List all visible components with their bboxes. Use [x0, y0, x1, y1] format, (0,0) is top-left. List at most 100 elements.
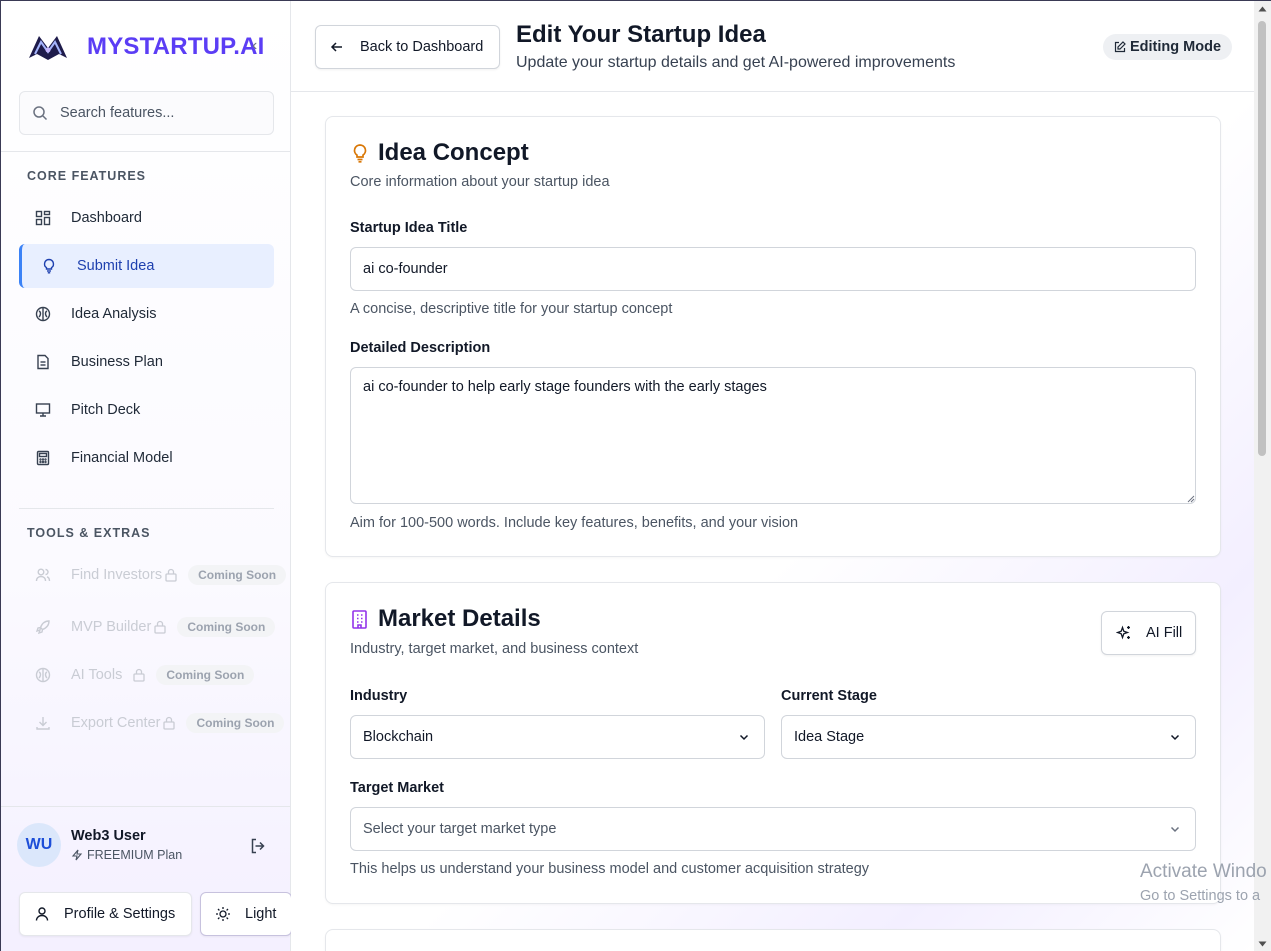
divider	[1, 806, 291, 807]
scroll-down-icon[interactable]	[1258, 941, 1267, 947]
card-title: Market Details	[350, 605, 541, 633]
lock-icon	[164, 568, 178, 582]
stage-value: Idea Stage	[794, 729, 865, 745]
description-textarea[interactable]: ai co-founder to help early stage founde…	[350, 367, 1196, 504]
sidebar-item-export-center: Export Center Coming Soon	[19, 701, 291, 745]
search-input[interactable]	[60, 105, 250, 121]
lock-icon	[132, 668, 146, 682]
card-title-text: Idea Concept	[378, 139, 529, 166]
coming-soon-badge: Coming Soon	[177, 617, 276, 637]
sidebar-item-find-investors: Find Investors Coming Soon	[19, 553, 291, 597]
sidebar-item-label: AI Tools	[71, 667, 123, 683]
user-profile[interactable]: WU Web3 User FREEMIUM Plan	[17, 823, 182, 867]
section-title-tools: TOOLS & EXTRAS	[27, 526, 151, 540]
logo-icon	[29, 36, 67, 60]
page-subtitle: Update your startup details and get AI-p…	[516, 54, 956, 71]
user-name: Web3 User	[71, 828, 146, 844]
sun-icon	[216, 907, 230, 921]
main-content: Back to Dashboard Edit Your Startup Idea…	[291, 1, 1254, 951]
theme-toggle-button[interactable]: Light	[200, 892, 292, 936]
mode-label: Editing Mode	[1130, 39, 1222, 55]
target-market-placeholder: Select your target market type	[363, 821, 557, 837]
user-icon	[35, 907, 49, 921]
industry-value: Blockchain	[363, 729, 434, 745]
editing-mode-badge: Editing Mode	[1103, 34, 1233, 60]
industry-label: Industry	[350, 688, 408, 704]
watermark-line-1: Activate Windo	[1140, 861, 1267, 882]
target-market-select[interactable]: Select your target market type	[350, 807, 1196, 851]
sidebar-item-label: Submit Idea	[77, 258, 155, 274]
target-market-label: Target Market	[350, 780, 445, 796]
profile-settings-button[interactable]: Profile & Settings	[19, 892, 192, 936]
search-icon	[33, 106, 48, 121]
calculator-icon	[35, 450, 51, 466]
sparkles-icon	[1116, 625, 1130, 640]
idea-title-input[interactable]: ai co-founder	[350, 247, 1196, 291]
search-box[interactable]	[19, 91, 274, 135]
brain-icon	[35, 306, 51, 322]
sidebar-item-dashboard[interactable]: Dashboard	[19, 196, 274, 240]
resize-handle-icon[interactable]	[1187, 495, 1195, 503]
sidebar-item-label: Export Center	[71, 715, 161, 731]
chevron-down-icon	[1170, 734, 1180, 741]
sidebar-item-label: Pitch Deck	[71, 402, 141, 418]
activation-watermark: Activate Windo Go to Settings to a	[1140, 860, 1267, 908]
sidebar-item-submit-idea[interactable]: Submit Idea	[19, 244, 274, 288]
ai-fill-button[interactable]: AI Fill	[1101, 611, 1196, 655]
back-label: Back to Dashboard	[360, 39, 484, 55]
scroll-up-icon[interactable]	[1258, 6, 1267, 12]
lightning-icon	[71, 849, 83, 861]
coming-soon-badge: Coming Soon	[156, 665, 255, 685]
user-plan-label: FREEMIUM Plan	[87, 848, 183, 862]
target-market-help-text: This helps us understand your business m…	[350, 861, 870, 877]
next-card	[325, 929, 1221, 951]
user-plan: FREEMIUM Plan	[71, 848, 182, 862]
lock-icon	[153, 620, 167, 634]
watermark-line-2: Go to Settings to a	[1140, 888, 1261, 904]
sidebar-item-label: Business Plan	[71, 354, 163, 370]
page-title: Edit Your Startup Idea	[516, 21, 766, 48]
divider	[19, 508, 274, 509]
arrow-left-icon	[330, 42, 342, 52]
sidebar-item-financial-model[interactable]: Financial Model	[19, 436, 274, 480]
document-icon	[35, 354, 51, 370]
coming-soon-badge: Coming Soon	[188, 565, 287, 585]
description-label: Detailed Description	[350, 340, 491, 356]
edit-icon	[1114, 41, 1126, 53]
title-label: Startup Idea Title	[350, 220, 468, 236]
idea-concept-card: Idea Concept Core information about your…	[325, 116, 1221, 557]
sidebar-item-label: Find Investors	[71, 567, 163, 583]
download-icon	[35, 715, 51, 731]
stage-select[interactable]: Idea Stage	[781, 715, 1196, 759]
card-title-text: Market Details	[378, 605, 541, 632]
divider	[1, 151, 291, 152]
chevron-down-icon	[739, 734, 749, 741]
industry-select[interactable]: Blockchain	[350, 715, 765, 759]
grid-icon	[35, 210, 51, 226]
chevron-down-icon	[1170, 826, 1180, 833]
sidebar-item-idea-analysis[interactable]: Idea Analysis	[19, 292, 274, 336]
lightbulb-icon	[350, 142, 370, 164]
title-help-text: A concise, descriptive title for your st…	[350, 301, 673, 317]
card-subtitle: Industry, target market, and business co…	[350, 641, 639, 657]
coming-soon-badge: Coming Soon	[186, 713, 285, 733]
theme-label: Light	[245, 906, 277, 922]
market-details-card: Market Details Industry, target market, …	[325, 582, 1221, 904]
sidebar: MYSTARTUP.AI ‹ CORE FEATURES Dashboard S…	[1, 1, 292, 951]
building-icon	[350, 608, 370, 630]
lock-icon	[162, 716, 176, 730]
sidebar-item-pitch-deck[interactable]: Pitch Deck	[19, 388, 274, 432]
scrollbar[interactable]	[1254, 1, 1271, 951]
card-title: Idea Concept	[350, 139, 529, 167]
sidebar-item-ai-tools: AI Tools Coming Soon	[19, 653, 291, 697]
presentation-icon	[35, 402, 51, 418]
brand[interactable]: MYSTARTUP.AI	[25, 27, 265, 67]
avatar: WU	[17, 823, 61, 867]
sidebar-item-label: Financial Model	[71, 450, 173, 466]
back-to-dashboard-button[interactable]: Back to Dashboard	[315, 25, 500, 69]
collapse-sidebar-icon[interactable]: ‹	[252, 38, 264, 54]
scroll-thumb[interactable]	[1258, 21, 1266, 456]
logout-icon[interactable]	[249, 837, 267, 855]
sidebar-item-business-plan[interactable]: Business Plan	[19, 340, 274, 384]
sidebar-item-mvp-builder: MVP Builder Coming Soon	[19, 605, 291, 649]
